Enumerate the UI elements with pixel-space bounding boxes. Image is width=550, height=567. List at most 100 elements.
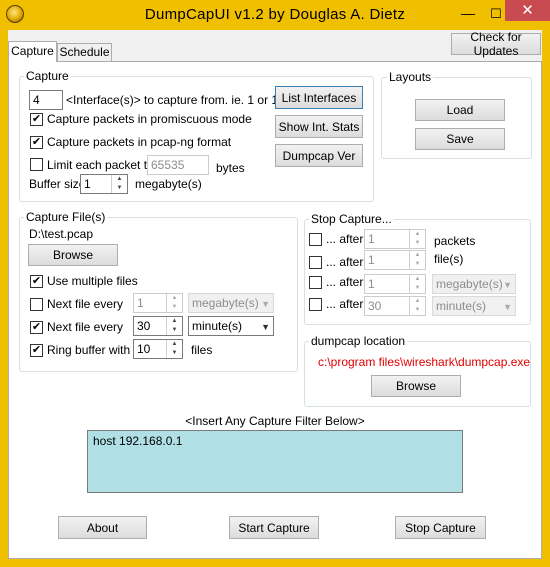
stop-after-packets-checkbox[interactable] (309, 233, 322, 246)
chevron-down-icon: ▼ (503, 280, 512, 290)
multiple-files-checkbox[interactable]: ✔ (30, 275, 43, 288)
spin-arrows-icon[interactable]: ▲ ▼ (166, 317, 182, 335)
limit-packet-input[interactable]: 65535 (147, 155, 209, 175)
next-file-size-value: 1 (137, 296, 144, 310)
layouts-group-title: Layouts (387, 70, 434, 84)
stop-size-unit-select[interactable]: megabyte(s) ▼ (432, 274, 516, 294)
checkmark-icon: ✔ (31, 113, 42, 125)
pcapng-label: Capture packets in pcap-ng format (47, 135, 232, 149)
window-frame-bottom (0, 559, 550, 567)
checkmark-icon: ✔ (31, 344, 42, 356)
spin-arrows-icon[interactable]: ▲ ▼ (166, 340, 182, 358)
limit-packet-value: 65535 (151, 158, 185, 172)
stop-after-label: ... after (326, 275, 364, 289)
capture-file-path: D:\test.pcap (29, 227, 94, 241)
checkmark-icon: ✔ (31, 321, 42, 333)
save-button[interactable]: Save (415, 128, 505, 150)
stop-capture-button[interactable]: Stop Capture (395, 516, 486, 539)
dumpcap-location-group (304, 341, 531, 407)
stop-after-files-stepper[interactable]: 1 ▲ ▼ (364, 250, 426, 270)
stop-after-size-value: 1 (368, 277, 375, 291)
stop-after-files-checkbox[interactable] (309, 256, 322, 269)
load-button[interactable]: Load (415, 99, 505, 121)
stop-after-size-checkbox[interactable] (309, 276, 322, 289)
filter-label: <Insert Any Capture Filter Below> (185, 414, 365, 428)
next-file-time-unit: minute(s) (192, 319, 243, 333)
spin-arrows-icon[interactable]: ▲ ▼ (166, 294, 182, 312)
stop-capture-group-title: Stop Capture... (309, 212, 394, 226)
buffer-size-stepper[interactable]: 1 ▲ ▼ (80, 174, 128, 194)
next-file-time-unit-select[interactable]: minute(s) ▼ (188, 316, 274, 336)
capture-group-title: Capture (24, 69, 71, 83)
dumpcap-location-group-title: dumpcap location (309, 334, 408, 348)
limit-unit-label: bytes (216, 161, 245, 175)
stop-after-time-checkbox[interactable] (309, 298, 322, 311)
ring-buffer-label: Ring buffer with (47, 343, 131, 357)
chevron-down-icon: ▼ (261, 322, 270, 332)
next-file-size-unit: megabyte(s) (192, 296, 259, 310)
next-file-size-stepper[interactable]: 1 ▲ ▼ (133, 293, 183, 313)
next-file-time-stepper[interactable]: 30 ▲ ▼ (133, 316, 183, 336)
dumpcap-ver-button[interactable]: Dumpcap Ver (275, 144, 363, 167)
multiple-files-label: Use multiple files (47, 274, 138, 288)
stop-after-files-value: 1 (368, 253, 375, 267)
close-button[interactable]: ✕ (505, 0, 550, 21)
stop-size-unit: megabyte(s) (436, 277, 503, 291)
stop-after-time-value: 30 (368, 299, 382, 313)
tab-capture[interactable]: Capture (8, 41, 57, 62)
next-file-size-checkbox[interactable] (30, 298, 43, 311)
spin-arrows-icon[interactable]: ▲ ▼ (409, 297, 425, 315)
spin-arrows-icon[interactable]: ▲ ▼ (409, 275, 425, 293)
stop-after-packets-stepper[interactable]: 1 ▲ ▼ (364, 229, 426, 249)
limit-packet-label: Limit each packet to (47, 158, 154, 172)
promiscuous-label: Capture packets in promiscuous mode (47, 112, 252, 126)
about-button[interactable]: About (58, 516, 147, 539)
ring-buffer-stepper[interactable]: 10 ▲ ▼ (133, 339, 183, 359)
interface-hint: <Interface(s)> to capture from. ie. 1 or… (66, 93, 289, 107)
next-file-time-checkbox[interactable]: ✔ (30, 321, 43, 334)
check-updates-button[interactable]: Check for Updates (451, 30, 541, 58)
ring-buffer-checkbox[interactable]: ✔ (30, 344, 43, 357)
stop-files-unit: file(s) (434, 252, 464, 266)
checkmark-icon: ✔ (31, 275, 42, 287)
stop-packets-unit: packets (434, 234, 476, 248)
next-file-time-label: Next file every (47, 320, 124, 334)
chevron-down-icon: ▼ (261, 299, 270, 309)
capture-filter-input[interactable]: host 192.168.0.1 (87, 430, 463, 493)
stop-after-time-stepper[interactable]: 30 ▲ ▼ (364, 296, 426, 316)
limit-packet-checkbox[interactable] (30, 158, 43, 171)
interface-input[interactable]: 4 (29, 90, 63, 110)
dumpcap-browse-button[interactable]: Browse (371, 375, 461, 397)
list-interfaces-button[interactable]: List Interfaces (275, 86, 363, 109)
buffer-size-label: Buffer size (29, 177, 86, 191)
checkmark-icon: ✔ (31, 136, 42, 148)
capture-files-group-title: Capture File(s) (24, 210, 108, 224)
start-capture-button[interactable]: Start Capture (229, 516, 319, 539)
next-file-size-unit-select[interactable]: megabyte(s) ▼ (188, 293, 274, 313)
tab-schedule[interactable]: Schedule (57, 43, 112, 61)
ring-buffer-unit: files (191, 343, 213, 357)
stop-time-unit: minute(s) (436, 299, 487, 313)
stop-after-packets-value: 1 (368, 232, 375, 246)
buffer-unit-label: megabyte(s) (135, 177, 202, 191)
stop-after-size-stepper[interactable]: 1 ▲ ▼ (364, 274, 426, 294)
window-frame-left (0, 30, 8, 567)
show-stats-button[interactable]: Show Int. Stats (275, 115, 363, 138)
stop-time-unit-select[interactable]: minute(s) ▼ (432, 296, 516, 316)
window-frame-right (542, 30, 550, 567)
next-file-time-value: 30 (137, 319, 151, 333)
ring-buffer-value: 10 (137, 342, 151, 356)
pcapng-checkbox[interactable]: ✔ (30, 136, 43, 149)
spin-arrows-icon[interactable]: ▲ ▼ (409, 251, 425, 269)
stop-after-label: ... after (326, 297, 364, 311)
stop-after-label: ... after (326, 255, 364, 269)
stop-after-label: ... after (326, 232, 364, 246)
capture-file-browse-button[interactable]: Browse (28, 244, 118, 266)
spin-arrows-icon[interactable]: ▲ ▼ (111, 175, 127, 193)
buffer-size-value: 1 (84, 177, 91, 191)
promiscuous-checkbox[interactable]: ✔ (30, 113, 43, 126)
chevron-down-icon: ▼ (503, 302, 512, 312)
minimize-button[interactable]: — (456, 6, 480, 24)
spin-arrows-icon[interactable]: ▲ ▼ (409, 230, 425, 248)
next-file-size-label: Next file every (47, 297, 124, 311)
